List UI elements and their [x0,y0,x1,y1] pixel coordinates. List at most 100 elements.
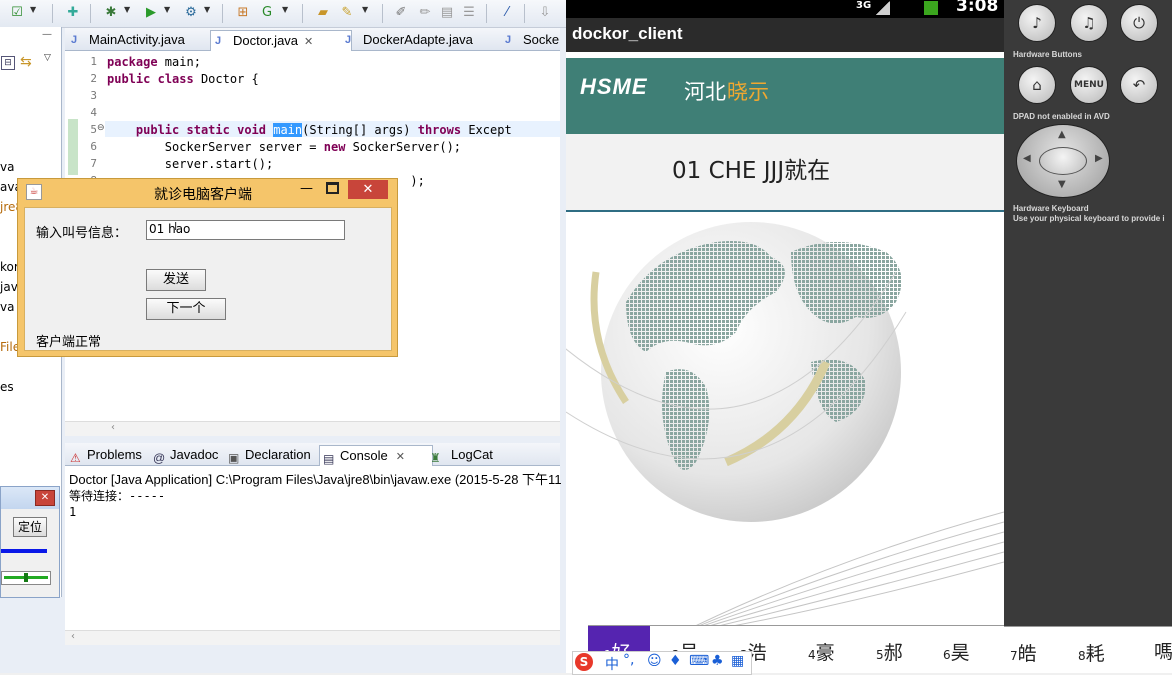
dpad[interactable]: ▲ ▼ ◀ ▶ [1016,124,1110,198]
status-time: 3:08 [956,0,999,16]
chevron-down-icon[interactable]: ▼ [124,5,130,14]
at-icon: @ [153,451,166,465]
tree-item[interactable]: es [0,380,14,394]
tree-item[interactable]: kor [0,260,19,274]
checkbox-tool-icon[interactable]: ☑ [8,4,26,22]
tab-mainactivity[interactable]: J MainActivity.java [67,30,209,50]
power-icon: ⏻ [1133,14,1145,32]
next-button[interactable]: 下一个 [146,298,226,320]
candidate-overflow[interactable]: 嗎 [1154,637,1172,664]
tab-label: Declaration [245,447,311,462]
console-horizontal-scrollbar[interactable]: ‹ [65,630,560,645]
chevron-down-icon[interactable]: ▼ [362,5,368,14]
menu-button[interactable]: MENU [1070,66,1108,104]
tree-item[interactable]: va [0,300,14,314]
close-icon[interactable]: ✕ [348,180,388,199]
run-icon[interactable]: ▶ [142,4,160,22]
candidate-4[interactable]: 4豪 [808,638,835,665]
tree-item[interactable]: va [0,160,14,174]
external-tools-icon[interactable]: ⚙ [182,4,200,22]
tab-problems[interactable]: ⚠ Problems [67,445,142,465]
view-menu-icon[interactable]: ▽ [44,53,51,63]
locate-button[interactable]: 定位 [13,517,47,537]
candidate-6[interactable]: 6昊 [943,638,970,665]
emoji-icon[interactable]: ☺ [647,653,662,669]
next-annotation-icon[interactable]: ⇩ [536,4,554,22]
editor-horizontal-scrollbar[interactable]: ‹ [65,421,560,436]
tab-javadoc[interactable]: @ Javadoc [150,445,218,465]
close-tab-icon[interactable]: ✕ [304,36,313,48]
tab-declaration[interactable]: ▣ Declaration [225,445,311,465]
punctuation-icon[interactable]: °, [623,652,634,668]
send-button[interactable]: 发送 [146,269,206,291]
ime-mode[interactable]: 中 [605,654,619,674]
skin-icon[interactable]: ♣ [711,653,724,669]
candidate-5[interactable]: 5郝 [876,638,903,665]
new-project-icon[interactable]: ✚ [64,4,82,22]
dpad-right-icon[interactable]: ▶ [1095,153,1103,164]
keyboard-icon[interactable]: ⌨ [689,653,709,669]
new-package-icon[interactable]: G [258,4,276,22]
candidate-8[interactable]: 8耗 [1078,639,1105,666]
sogou-icon[interactable]: S [575,653,593,671]
microphone-icon[interactable]: ♦ [669,653,682,669]
highlight-icon[interactable]: ✏ [416,4,434,22]
close-tab-icon[interactable]: ✕ [396,451,405,463]
hsme-logo: HSME [580,74,648,99]
dpad-down-icon[interactable]: ▼ [1058,179,1066,190]
minimize-icon[interactable]: — [300,181,313,196]
text-cursor-icon: I [174,220,178,233]
candidate-7[interactable]: 7皓 [1010,639,1037,666]
back-button[interactable]: ↶ [1120,66,1158,104]
tab-doctor[interactable]: J Doctor.java ✕ [210,30,352,51]
link-editor-icon[interactable]: ⇆ [20,54,32,70]
pin-icon[interactable]: ⁄ [498,4,516,22]
battery-icon [924,1,938,15]
chevron-down-icon[interactable]: ▼ [282,5,288,14]
dpad-center-button[interactable] [1039,147,1087,175]
dialog-titlebar[interactable]: ☕ 就诊电脑客户端 — ✕ [18,179,397,205]
new-class-icon[interactable]: ⊞ [234,4,252,22]
close-icon[interactable]: ✕ [35,490,55,506]
tab-console[interactable]: ▤ Console ✕ [319,445,433,466]
candidate-char: 昊 [950,642,970,664]
chevron-down-icon[interactable]: ▼ [204,5,210,14]
line-number: 7 [90,157,97,170]
slider-thumb[interactable] [24,573,28,582]
tab-label: Console [340,448,388,463]
dpad-left-icon[interactable]: ◀ [1023,153,1031,164]
problems-icon: ⚠ [70,451,81,465]
minimize-icon[interactable]: — [42,29,52,40]
chevron-down-icon[interactable]: ▼ [164,5,170,14]
signal-icon [876,1,890,15]
home-button[interactable]: ⌂ [1018,66,1056,104]
chevron-down-icon[interactable]: ▼ [30,5,36,14]
candidate-char: 豪 [815,642,835,664]
toolbox-icon[interactable]: ▦ [731,653,744,669]
slider-track[interactable] [1,571,51,585]
debug-icon[interactable]: ✱ [102,4,120,22]
annotation-icon[interactable]: ✐ [392,4,410,22]
pencil-icon[interactable]: ✎ [338,4,356,22]
scroll-left-icon[interactable]: ‹ [111,422,115,433]
volume-up-button[interactable]: ♫ [1070,4,1108,42]
console-output[interactable]: Doctor [Java Application] C:\Program Fil… [65,466,562,631]
toolbar-separator [90,4,91,23]
volume-down-button[interactable]: ♪ [1018,4,1056,42]
page-icon[interactable]: ▤ [438,4,456,22]
fold-icon[interactable]: ⊖ [97,123,105,133]
dpad-up-icon[interactable]: ▲ [1058,129,1066,140]
collapse-all-icon[interactable]: ⊟ [1,56,15,70]
tab-dockeradapter[interactable]: J DockerAdapte.java [341,30,498,50]
scroll-left-icon[interactable]: ‹ [71,631,75,642]
line-number: 1 [90,55,97,68]
partial-window-titlebar: ✕ [1,487,59,509]
tab-logcat[interactable]: ♜ LogCat [427,445,493,465]
open-folder-icon[interactable]: ▰ [314,4,332,22]
power-button[interactable]: ⏻ [1120,4,1158,42]
toolbar-separator [52,4,53,23]
back-icon: ↶ [1132,76,1146,94]
call-info-input[interactable]: 01 hao I [146,220,345,240]
list-icon[interactable]: ☰ [460,4,478,22]
maximize-icon[interactable] [326,182,339,194]
